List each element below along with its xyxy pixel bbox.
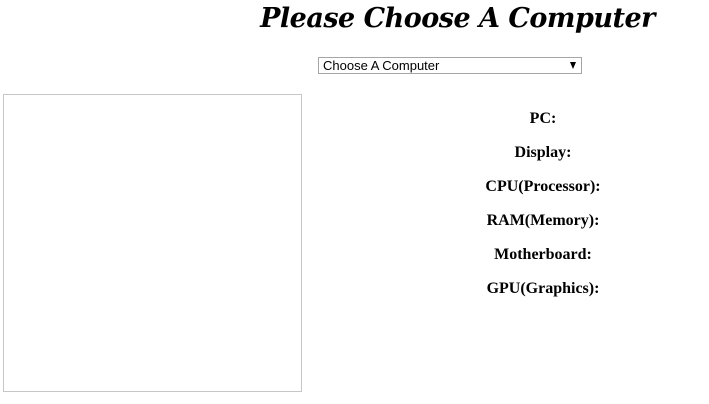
page-title: Please Choose A Computer xyxy=(260,3,655,34)
page: Please Choose A Computer Choose A Comput… xyxy=(0,0,709,404)
spec-label-pc: PC: xyxy=(529,110,557,127)
spec-list: PC: Display: CPU(Processor): RAM(Memory)… xyxy=(443,110,643,314)
computer-select-value: Choose A Computer xyxy=(323,58,440,73)
computer-select[interactable]: Choose A Computer xyxy=(318,57,582,74)
computer-image-placeholder xyxy=(3,94,302,392)
spec-label-cpu: CPU(Processor): xyxy=(485,178,601,195)
spec-label-motherboard: Motherboard: xyxy=(494,246,592,263)
spec-label-gpu: GPU(Graphics): xyxy=(486,280,600,297)
dropdown-arrow-icon xyxy=(570,62,576,69)
spec-label-ram: RAM(Memory): xyxy=(486,212,600,229)
spec-label-display: Display: xyxy=(514,144,572,161)
